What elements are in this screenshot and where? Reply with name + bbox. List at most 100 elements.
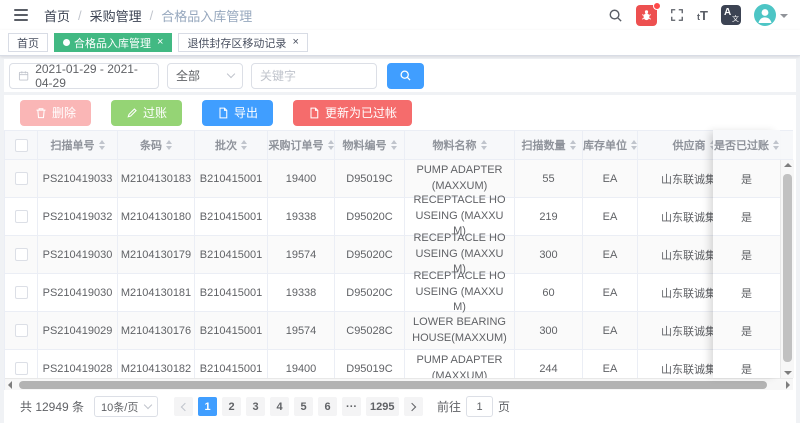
- date-range-value: 2021-01-29 - 2021-04-29: [35, 62, 150, 90]
- user-menu[interactable]: [754, 4, 788, 26]
- select-all-checkbox[interactable]: [15, 139, 28, 152]
- page-button-3[interactable]: 3: [246, 397, 265, 416]
- table-row[interactable]: PS210419033 M2104130183 B210415001 19400…: [5, 160, 793, 198]
- page-content: 2021-01-29 - 2021-04-29 全部 删除 过账 导出: [0, 56, 800, 423]
- batch-cell: B210415001: [195, 350, 268, 378]
- column-header-material-no[interactable]: 物料编号: [335, 131, 405, 159]
- v-scroll-thumb[interactable]: [783, 174, 792, 362]
- page-button-2[interactable]: 2: [222, 397, 241, 416]
- column-header-qty[interactable]: 扫描数量: [515, 131, 583, 159]
- table-row[interactable]: PS210419028 M2104130182 B210415001 19400…: [5, 350, 793, 378]
- tab-close-icon[interactable]: ×: [292, 37, 298, 48]
- goto-unit: 页: [498, 398, 510, 415]
- material-no-cell: D95019C: [335, 160, 405, 197]
- sort-icon[interactable]: [773, 140, 779, 150]
- page-size-select[interactable]: 10条/页: [94, 396, 158, 417]
- column-label: 库存单位: [583, 137, 627, 153]
- scroll-left-icon[interactable]: [8, 381, 12, 389]
- more-pages-button[interactable]: ···: [342, 397, 361, 416]
- language-icon[interactable]: A文: [721, 5, 741, 25]
- column-header-unit[interactable]: 库存单位: [583, 131, 638, 159]
- export-label: 导出: [234, 104, 258, 121]
- qty-cell: 244: [515, 350, 583, 378]
- prev-page-button[interactable]: [174, 397, 193, 416]
- sort-icon[interactable]: [391, 140, 397, 150]
- font-size-icon[interactable]: tT: [697, 8, 708, 23]
- sort-icon[interactable]: [570, 140, 576, 150]
- sort-icon[interactable]: [99, 140, 105, 150]
- delete-button[interactable]: 删除: [20, 100, 91, 126]
- column-label: 扫描数量: [522, 137, 566, 153]
- row-checkbox[interactable]: [15, 286, 28, 299]
- search-button[interactable]: [387, 63, 424, 89]
- breadcrumb-item-home[interactable]: 首页: [44, 6, 70, 25]
- update-posted-button[interactable]: 更新为已过帐: [293, 100, 412, 126]
- material-name-cell: PUMP ADAPTER (MAXXUM): [405, 350, 515, 378]
- breadcrumb-item-purchase[interactable]: 采购管理: [90, 6, 142, 25]
- po-cell: 19400: [268, 350, 335, 378]
- sort-icon[interactable]: [481, 140, 487, 150]
- barcode-cell: M2104130183: [118, 160, 195, 197]
- column-header-scan-no[interactable]: 扫描单号: [38, 131, 118, 159]
- tab-qualified-inbound[interactable]: 合格品入库管理 ×: [54, 33, 172, 52]
- qty-cell: 60: [515, 274, 583, 311]
- column-header-barcode[interactable]: 条码: [118, 131, 195, 159]
- row-checkbox[interactable]: [15, 210, 28, 223]
- scroll-right-icon[interactable]: [786, 381, 790, 389]
- page-size-value: 10条/页: [101, 399, 138, 415]
- row-checkbox[interactable]: [15, 248, 28, 261]
- row-checkbox[interactable]: [15, 362, 28, 375]
- tabs-bar: 首页 合格品入库管理 × 退供封存区移动记录 ×: [0, 30, 800, 56]
- column-header-material-name[interactable]: 物料名称: [405, 131, 515, 159]
- material-name-cell: RECEPTACLE HOUSEING (MAXXUM): [405, 198, 515, 235]
- po-cell: 19338: [268, 274, 335, 311]
- column-header-posted[interactable]: 是否已过账: [713, 130, 780, 160]
- page-button-6[interactable]: 6: [318, 397, 337, 416]
- material-no-cell: C95028C: [335, 312, 405, 349]
- row-checkbox[interactable]: [15, 172, 28, 185]
- category-select[interactable]: 全部: [167, 63, 243, 89]
- scan-no-cell: PS210419028: [38, 350, 118, 378]
- sort-icon[interactable]: [241, 140, 247, 150]
- h-scroll-thumb[interactable]: [19, 381, 767, 389]
- table-header: 扫描单号 条码 批次 采购订单号 物料编号 物料名称 扫描数量 库存单位 供应商: [5, 130, 793, 160]
- breadcrumb: 首页 / 采购管理 / 合格品入库管理: [44, 6, 252, 25]
- fullscreen-icon[interactable]: [670, 8, 684, 22]
- h-scrollbar[interactable]: [5, 378, 793, 390]
- row-checkbox[interactable]: [15, 324, 28, 337]
- breadcrumb-item-current: 合格品入库管理: [161, 6, 252, 25]
- table-row[interactable]: PS210419030 M2104130181 B210415001 19338…: [5, 274, 793, 312]
- date-range-input[interactable]: 2021-01-29 - 2021-04-29: [9, 63, 159, 89]
- search-icon[interactable]: [608, 8, 623, 23]
- page-button-4[interactable]: 4: [270, 397, 289, 416]
- v-scrollbar[interactable]: [780, 160, 794, 378]
- bug-report-button[interactable]: [636, 5, 657, 26]
- sort-icon[interactable]: [166, 140, 172, 150]
- keyword-input[interactable]: [251, 63, 377, 89]
- batch-cell: B210415001: [195, 274, 268, 311]
- scroll-up-icon[interactable]: [784, 163, 792, 167]
- sort-icon[interactable]: [631, 140, 637, 150]
- toolbar: 删除 过账 导出 更新为已过帐: [4, 95, 796, 130]
- select-all-cell[interactable]: [5, 131, 38, 159]
- tab-close-icon[interactable]: ×: [157, 37, 163, 48]
- post-button[interactable]: 过账: [111, 100, 182, 126]
- page-button-last[interactable]: 1295: [366, 397, 398, 416]
- scroll-down-icon[interactable]: [784, 371, 792, 375]
- tab-label: 首页: [17, 35, 39, 51]
- column-label: 物料编号: [343, 137, 387, 153]
- table-row[interactable]: PS210419029 M2104130176 B210415001 19574…: [5, 312, 793, 350]
- page-button-5[interactable]: 5: [294, 397, 313, 416]
- tab-return-seal-records[interactable]: 退供封存区移动记录 ×: [178, 33, 307, 52]
- tab-home[interactable]: 首页: [8, 33, 48, 52]
- page-button-1[interactable]: 1: [198, 397, 217, 416]
- sort-icon[interactable]: [328, 140, 334, 150]
- table-row[interactable]: PS210419032 M2104130180 B210415001 19338…: [5, 198, 793, 236]
- column-header-batch[interactable]: 批次: [195, 131, 268, 159]
- export-button[interactable]: 导出: [202, 100, 273, 126]
- table-row[interactable]: PS210419030 M2104130179 B210415001 19574…: [5, 236, 793, 274]
- column-header-po[interactable]: 采购订单号: [268, 131, 335, 159]
- next-page-button[interactable]: [404, 397, 423, 416]
- hamburger-icon[interactable]: [12, 7, 30, 23]
- goto-page-input[interactable]: [466, 396, 493, 417]
